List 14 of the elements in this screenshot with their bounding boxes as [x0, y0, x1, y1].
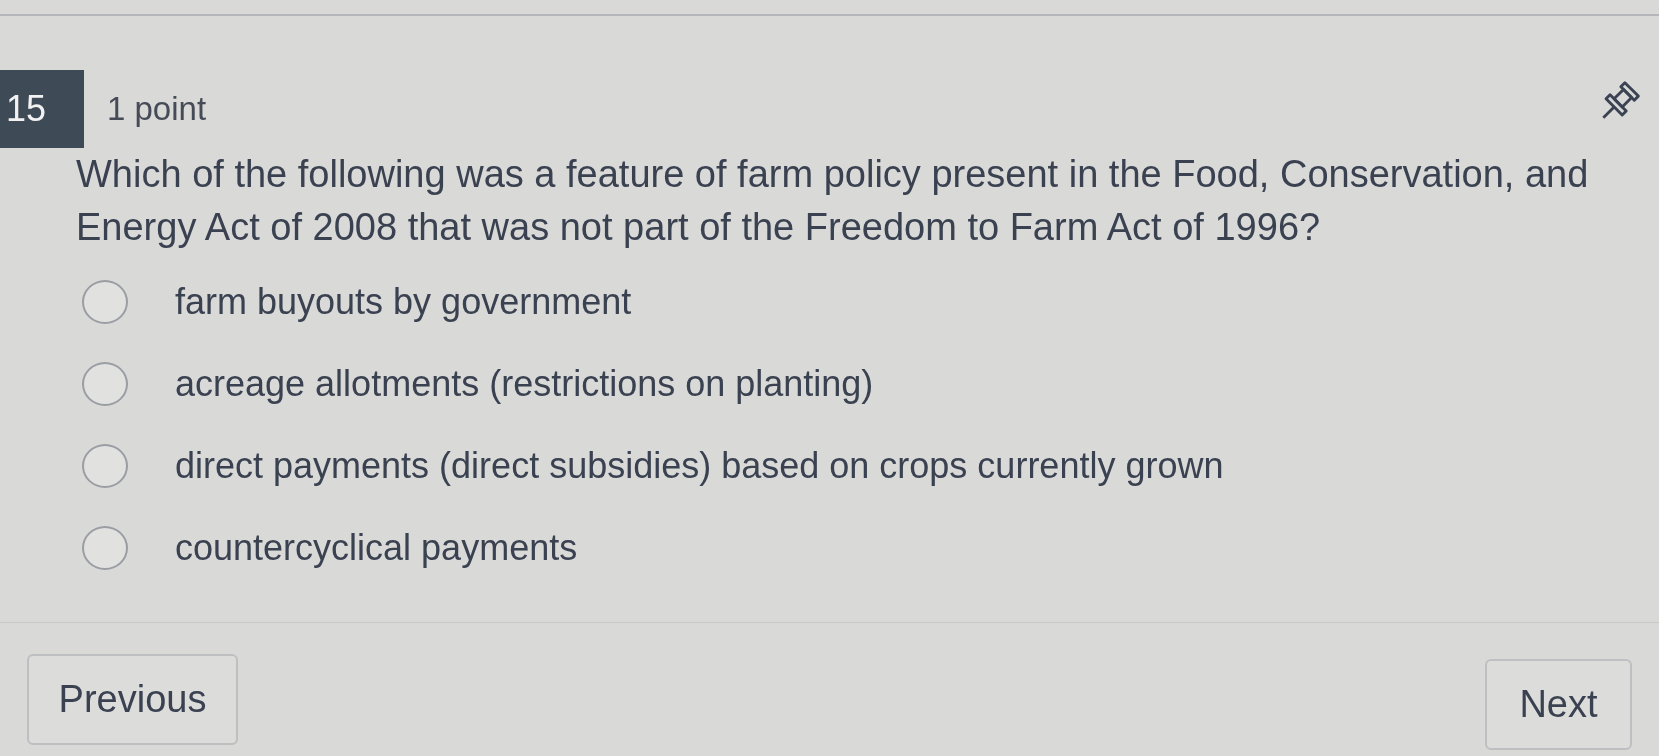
radio-button[interactable] [82, 444, 128, 488]
option-label: countercyclical payments [175, 527, 578, 569]
option-label: direct payments (direct subsidies) based on crops currently grown [175, 445, 1224, 487]
question-text: Which of the following was a feature of farm policy present in the Food, Conservation, and Energy Act of 2008 that was not part of the Freedom to Farm Act of 1996? [76, 152, 1590, 250]
next-button[interactable]: Next [1485, 659, 1632, 750]
question-number-badge: 15 [0, 70, 84, 148]
points-label: 1 point [107, 90, 207, 128]
radio-button[interactable] [82, 526, 128, 570]
previous-button[interactable]: Previous [27, 654, 238, 745]
radio-button[interactable] [82, 280, 128, 324]
option-label: acreage allotments (restrictions on planting) [175, 363, 874, 405]
option-label: farm buyouts by government [175, 281, 632, 323]
pin-icon[interactable] [1601, 80, 1641, 120]
radio-button[interactable] [82, 362, 128, 406]
